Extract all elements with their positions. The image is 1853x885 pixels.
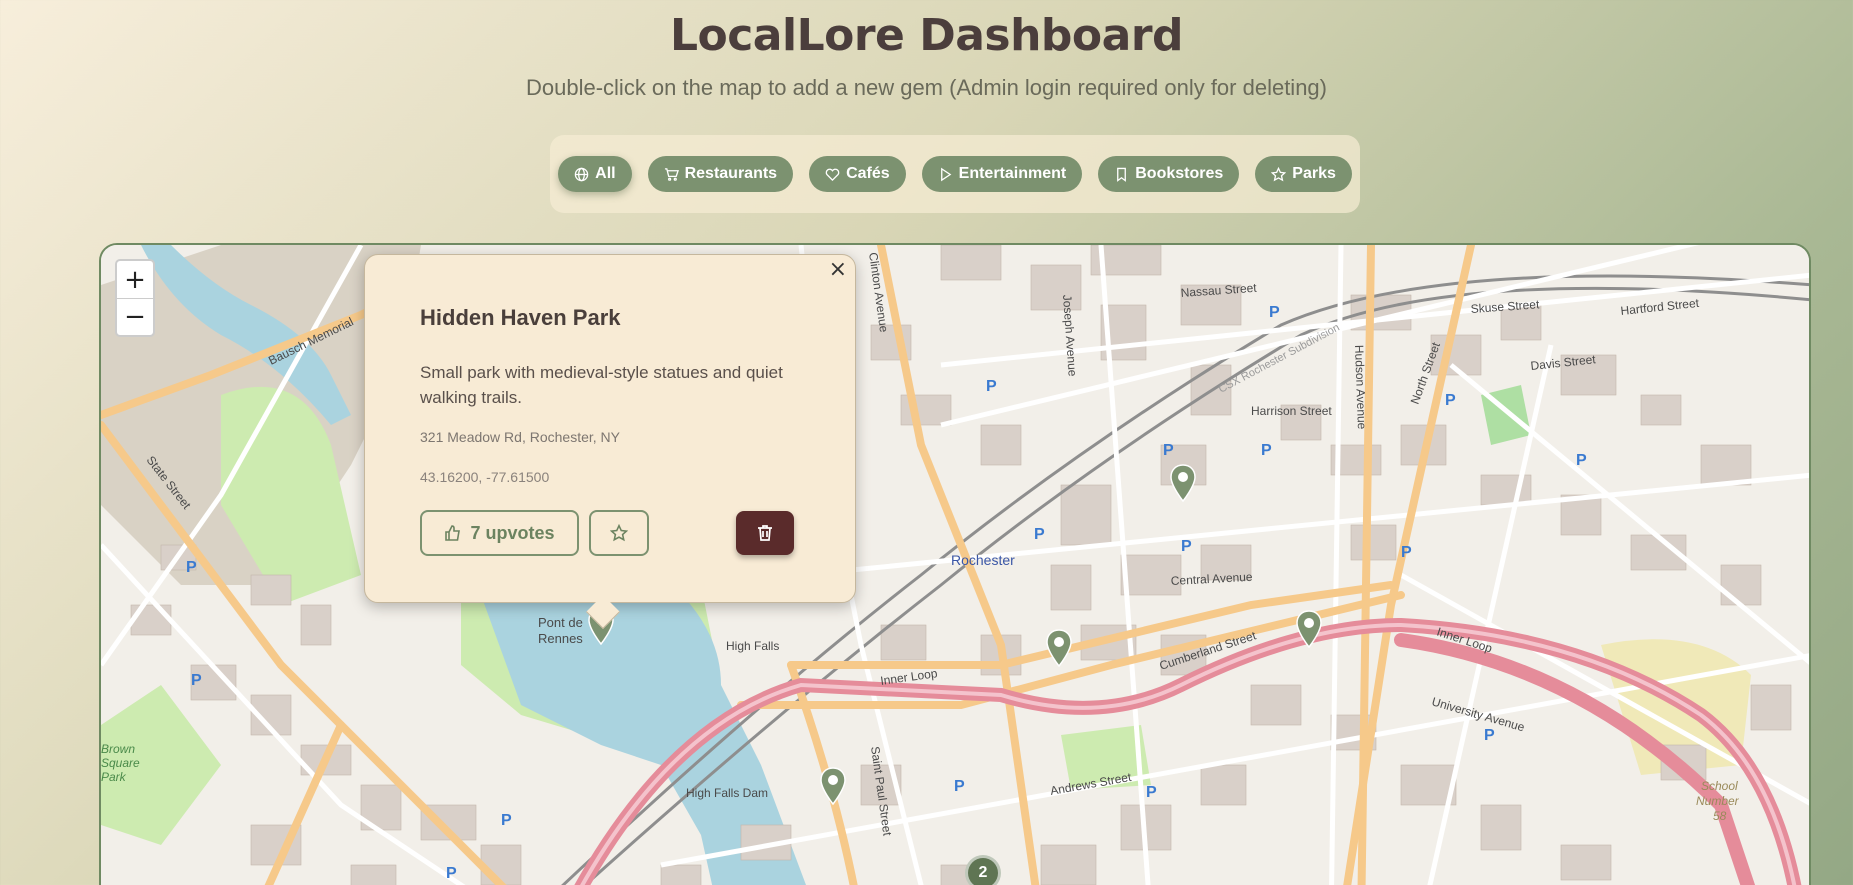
svg-text:P: P — [954, 778, 965, 795]
popup-description: Small park with medieval-style statues a… — [420, 363, 783, 407]
label-rochester: Rochester — [951, 552, 1015, 568]
svg-text:Brown: Brown — [101, 742, 135, 756]
filter-all-button[interactable]: All — [558, 156, 632, 192]
zoom-in-button[interactable]: + — [117, 261, 153, 298]
trash-icon — [758, 525, 772, 541]
marker-icon[interactable] — [1295, 610, 1323, 648]
svg-text:Rennes: Rennes — [538, 631, 583, 646]
marker-cluster[interactable]: 2 — [965, 855, 1001, 885]
zoom-out-button[interactable]: − — [117, 298, 153, 335]
svg-text:P: P — [1146, 784, 1157, 801]
star-icon — [610, 524, 628, 542]
popup-title: Hidden Haven Park — [420, 305, 621, 330]
label-pont: Pont de — [538, 615, 583, 630]
svg-text:P: P — [1034, 526, 1045, 543]
popup-address: 321 Meadow Rd, Rochester, NY — [420, 429, 620, 445]
globe-icon — [574, 167, 589, 181]
filter-parks-button[interactable]: Parks — [1255, 156, 1352, 192]
svg-text:Rochester: Rochester — [951, 552, 1015, 568]
svg-text:P: P — [1576, 452, 1587, 469]
play-icon — [940, 167, 952, 181]
upvote-count: 7 upvotes — [470, 522, 555, 543]
marker-icon[interactable] — [819, 767, 847, 805]
svg-text:Hudson Avenue: Hudson Avenue — [1352, 345, 1369, 430]
label-harrison: Harrison Street — [1251, 404, 1332, 418]
label-number: Number — [1696, 794, 1740, 808]
thumbs-up-icon — [445, 525, 461, 541]
filter-entertainment-label: Entertainment — [958, 165, 1067, 182]
label-school: School — [1701, 779, 1738, 793]
svg-text:P: P — [1269, 304, 1280, 321]
page-title: LocalLore Dashboard — [669, 10, 1184, 61]
label-square: Square — [101, 756, 140, 770]
svg-text:Number: Number — [1696, 794, 1740, 808]
heart-icon — [825, 168, 840, 181]
svg-text:P: P — [446, 865, 457, 882]
svg-text:Square: Square — [101, 756, 140, 770]
label-rennes: Rennes — [538, 631, 583, 646]
filter-cafes-button[interactable]: Cafés — [809, 156, 906, 192]
svg-text:Park: Park — [101, 770, 127, 784]
favorite-button[interactable] — [589, 510, 649, 556]
filter-restaurants-button[interactable]: Restaurants — [647, 156, 794, 192]
marker-icon[interactable] — [1169, 464, 1197, 502]
svg-text:Harrison Street: Harrison Street — [1251, 404, 1332, 418]
filter-parks-label: Parks — [1292, 165, 1336, 182]
filter-entertainment-button[interactable]: Entertainment — [921, 156, 1083, 192]
delete-button[interactable] — [736, 511, 794, 555]
svg-text:P: P — [501, 812, 512, 829]
star-icon — [1271, 166, 1287, 181]
svg-text:P: P — [1484, 727, 1495, 744]
svg-text:58: 58 — [1713, 809, 1727, 823]
filter-bookstores-label: Bookstores — [1135, 165, 1224, 182]
svg-text:P: P — [1445, 392, 1456, 409]
filter-bookstores-button[interactable]: Bookstores — [1098, 156, 1240, 192]
category-filter-bar: All Restaurants Cafés Entertainment Book… — [550, 135, 1360, 213]
label-high-falls-dam: High Falls Dam — [686, 786, 768, 800]
label-hudson: Hudson Avenue — [1352, 345, 1369, 430]
label-high-falls: High Falls — [726, 639, 779, 653]
cart-icon — [664, 167, 679, 181]
svg-text:P: P — [986, 378, 997, 395]
svg-text:P: P — [1401, 544, 1412, 561]
popup-close-button[interactable]: × — [829, 257, 847, 282]
svg-text:Pont de: Pont de — [538, 615, 583, 630]
gem-popup: × Hidden Haven Park Small park with medi… — [364, 254, 856, 629]
popup-coordinates: 43.16200, -77.61500 — [420, 469, 550, 485]
svg-text:P: P — [1181, 538, 1192, 555]
filter-restaurants-label: Restaurants — [684, 165, 778, 182]
svg-text:P: P — [186, 559, 197, 576]
svg-text:P: P — [1261, 442, 1272, 459]
page-subtitle: Double-click on the map to add a new gem… — [526, 75, 1327, 100]
marker-icon[interactable] — [1045, 629, 1073, 667]
label-brown: Brown — [101, 742, 135, 756]
upvote-button[interactable]: 7 upvotes — [420, 510, 579, 556]
bookmark-icon — [1117, 167, 1127, 182]
filter-cafes-label: Cafés — [846, 165, 890, 182]
zoom-control: + − — [115, 259, 155, 337]
filter-all-label: All — [595, 165, 616, 182]
svg-text:P: P — [1163, 442, 1174, 459]
svg-text:High Falls: High Falls — [726, 639, 779, 653]
svg-text:P: P — [191, 672, 202, 689]
label-park: Park — [101, 770, 127, 784]
label-58: 58 — [1713, 809, 1727, 823]
svg-text:High Falls Dam: High Falls Dam — [686, 786, 768, 800]
map-container[interactable]: Rochester High Falls High Falls Dam Pont… — [99, 243, 1811, 885]
svg-text:School: School — [1701, 779, 1738, 793]
map-tiles[interactable]: Rochester High Falls High Falls Dam Pont… — [101, 245, 1811, 885]
